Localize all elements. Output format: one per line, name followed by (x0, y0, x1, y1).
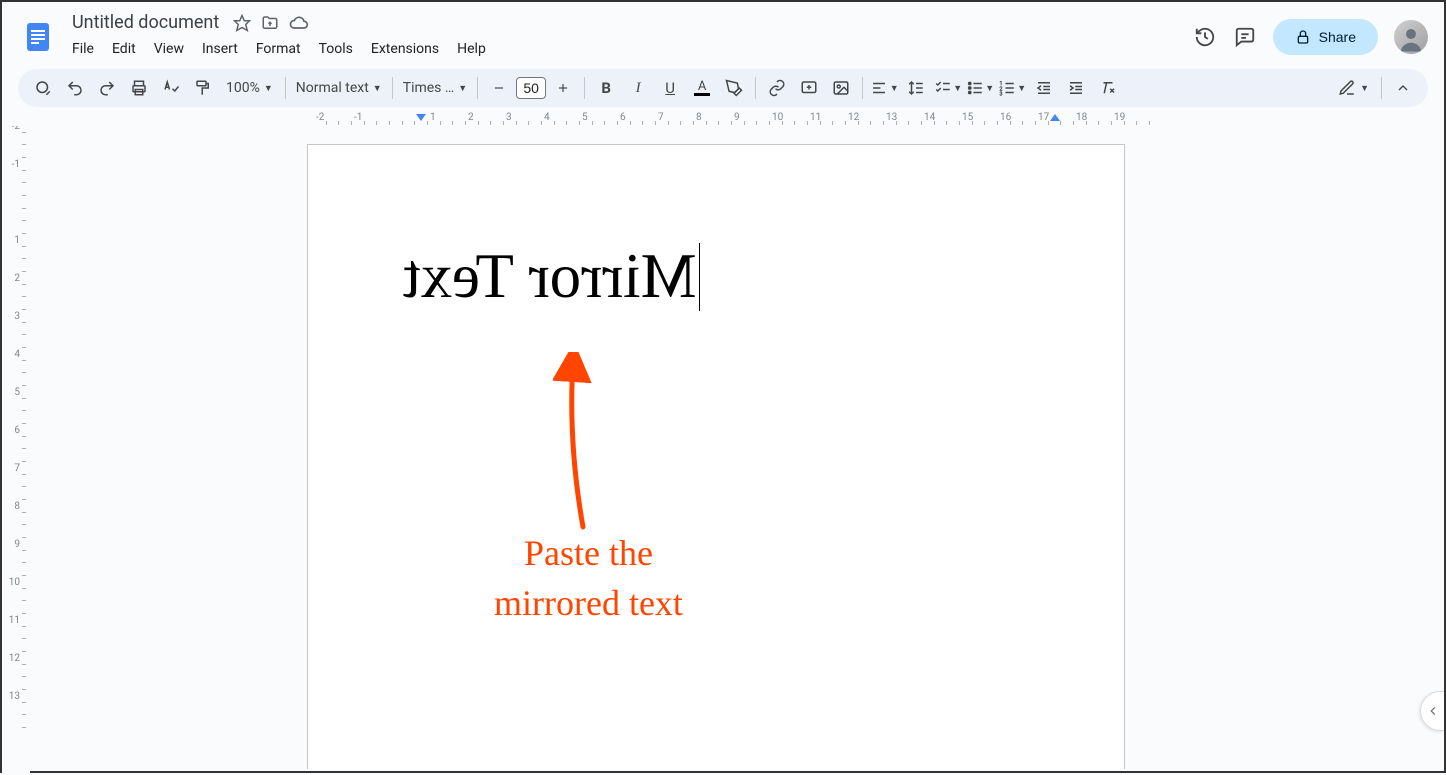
spellcheck-icon[interactable] (156, 73, 186, 103)
highlight-icon[interactable] (719, 73, 749, 103)
checklist-icon[interactable]: ▼ (933, 73, 963, 103)
menu-file[interactable]: File (64, 37, 102, 61)
menu-insert[interactable]: Insert (194, 37, 246, 61)
workspace: Mirror Text (30, 126, 1442, 769)
indent-marker-right[interactable] (1050, 114, 1060, 121)
align-dropdown[interactable]: ▼ (869, 73, 899, 103)
print-icon[interactable] (124, 73, 154, 103)
editing-mode-dropdown[interactable]: ▼ (1332, 73, 1375, 103)
menu-format[interactable]: Format (248, 37, 309, 61)
decrease-font-icon[interactable] (484, 73, 514, 103)
cloud-saved-icon[interactable] (289, 13, 309, 33)
separator (285, 77, 286, 99)
ruler-vertical[interactable] (2, 126, 30, 775)
paint-format-icon[interactable] (188, 73, 218, 103)
annotation-line1: Paste the (524, 533, 653, 573)
search-icon[interactable] (28, 73, 58, 103)
document-page[interactable]: Mirror Text (307, 144, 1125, 769)
move-icon[interactable] (261, 14, 279, 32)
zoom-dropdown[interactable]: 100%▼ (220, 80, 279, 96)
collapse-toolbar-icon[interactable] (1388, 73, 1418, 103)
menu-edit[interactable]: Edit (104, 37, 144, 61)
separator (755, 77, 756, 99)
numbered-list-icon[interactable]: 123▼ (997, 73, 1027, 103)
avatar[interactable] (1394, 20, 1428, 54)
text-cursor (699, 243, 700, 311)
line-spacing-icon[interactable] (901, 73, 931, 103)
image-icon[interactable] (826, 73, 856, 103)
ruler-horizontal[interactable] (30, 111, 1444, 127)
font-value: Times … (403, 80, 455, 96)
star-icon[interactable] (233, 14, 251, 32)
bold-icon[interactable]: B (591, 73, 621, 103)
redo-icon[interactable] (92, 73, 122, 103)
separator (584, 77, 585, 99)
font-dropdown[interactable]: Times …▼ (399, 80, 471, 96)
style-dropdown[interactable]: Normal text▼ (292, 80, 386, 96)
annotation-text: Paste the mirrored text (494, 528, 683, 629)
separator (392, 77, 393, 99)
menu-view[interactable]: View (146, 37, 192, 61)
annotation-line2: mirrored text (494, 583, 683, 623)
toolbar: 100%▼ Normal text▼ Times …▼ B I U A ▼ ▼ … (18, 69, 1428, 107)
mirrored-text-content: Mirror Text (403, 240, 697, 313)
comment-icon[interactable] (1233, 25, 1257, 49)
menu-tools[interactable]: Tools (311, 37, 361, 61)
menu-help[interactable]: Help (449, 37, 494, 61)
separator (477, 77, 478, 99)
increase-font-icon[interactable] (548, 73, 578, 103)
separator (1381, 77, 1382, 99)
increase-indent-icon[interactable] (1061, 73, 1091, 103)
doc-title[interactable]: Untitled document (66, 10, 225, 35)
indent-marker-left[interactable] (416, 114, 426, 121)
style-value: Normal text (296, 80, 369, 96)
zoom-value: 100% (226, 80, 260, 96)
italic-icon[interactable]: I (623, 73, 653, 103)
header-right: Share (1193, 19, 1428, 55)
header: Untitled document File Edit View Insert … (2, 2, 1444, 63)
title-area: Untitled document File Edit View Insert … (62, 10, 1193, 63)
history-icon[interactable] (1193, 25, 1217, 49)
docs-logo[interactable] (18, 17, 58, 57)
lock-icon (1295, 29, 1311, 45)
share-label: Share (1319, 29, 1356, 45)
document-text[interactable]: Mirror Text (403, 240, 700, 313)
annotation-arrow (553, 352, 603, 532)
undo-icon[interactable] (60, 73, 90, 103)
clear-formatting-icon[interactable] (1093, 73, 1123, 103)
add-comment-icon[interactable] (794, 73, 824, 103)
link-icon[interactable] (762, 73, 792, 103)
share-button[interactable]: Share (1273, 19, 1378, 55)
bulleted-list-icon[interactable]: ▼ (965, 73, 995, 103)
separator (862, 77, 863, 99)
menu-bar: File Edit View Insert Format Tools Exten… (62, 35, 1193, 63)
decrease-indent-icon[interactable] (1029, 73, 1059, 103)
menu-extensions[interactable]: Extensions (363, 37, 447, 61)
text-color-icon[interactable]: A (687, 73, 717, 103)
font-size-input[interactable] (516, 77, 546, 99)
svg-text:3: 3 (1000, 92, 1003, 98)
underline-icon[interactable]: U (655, 73, 685, 103)
